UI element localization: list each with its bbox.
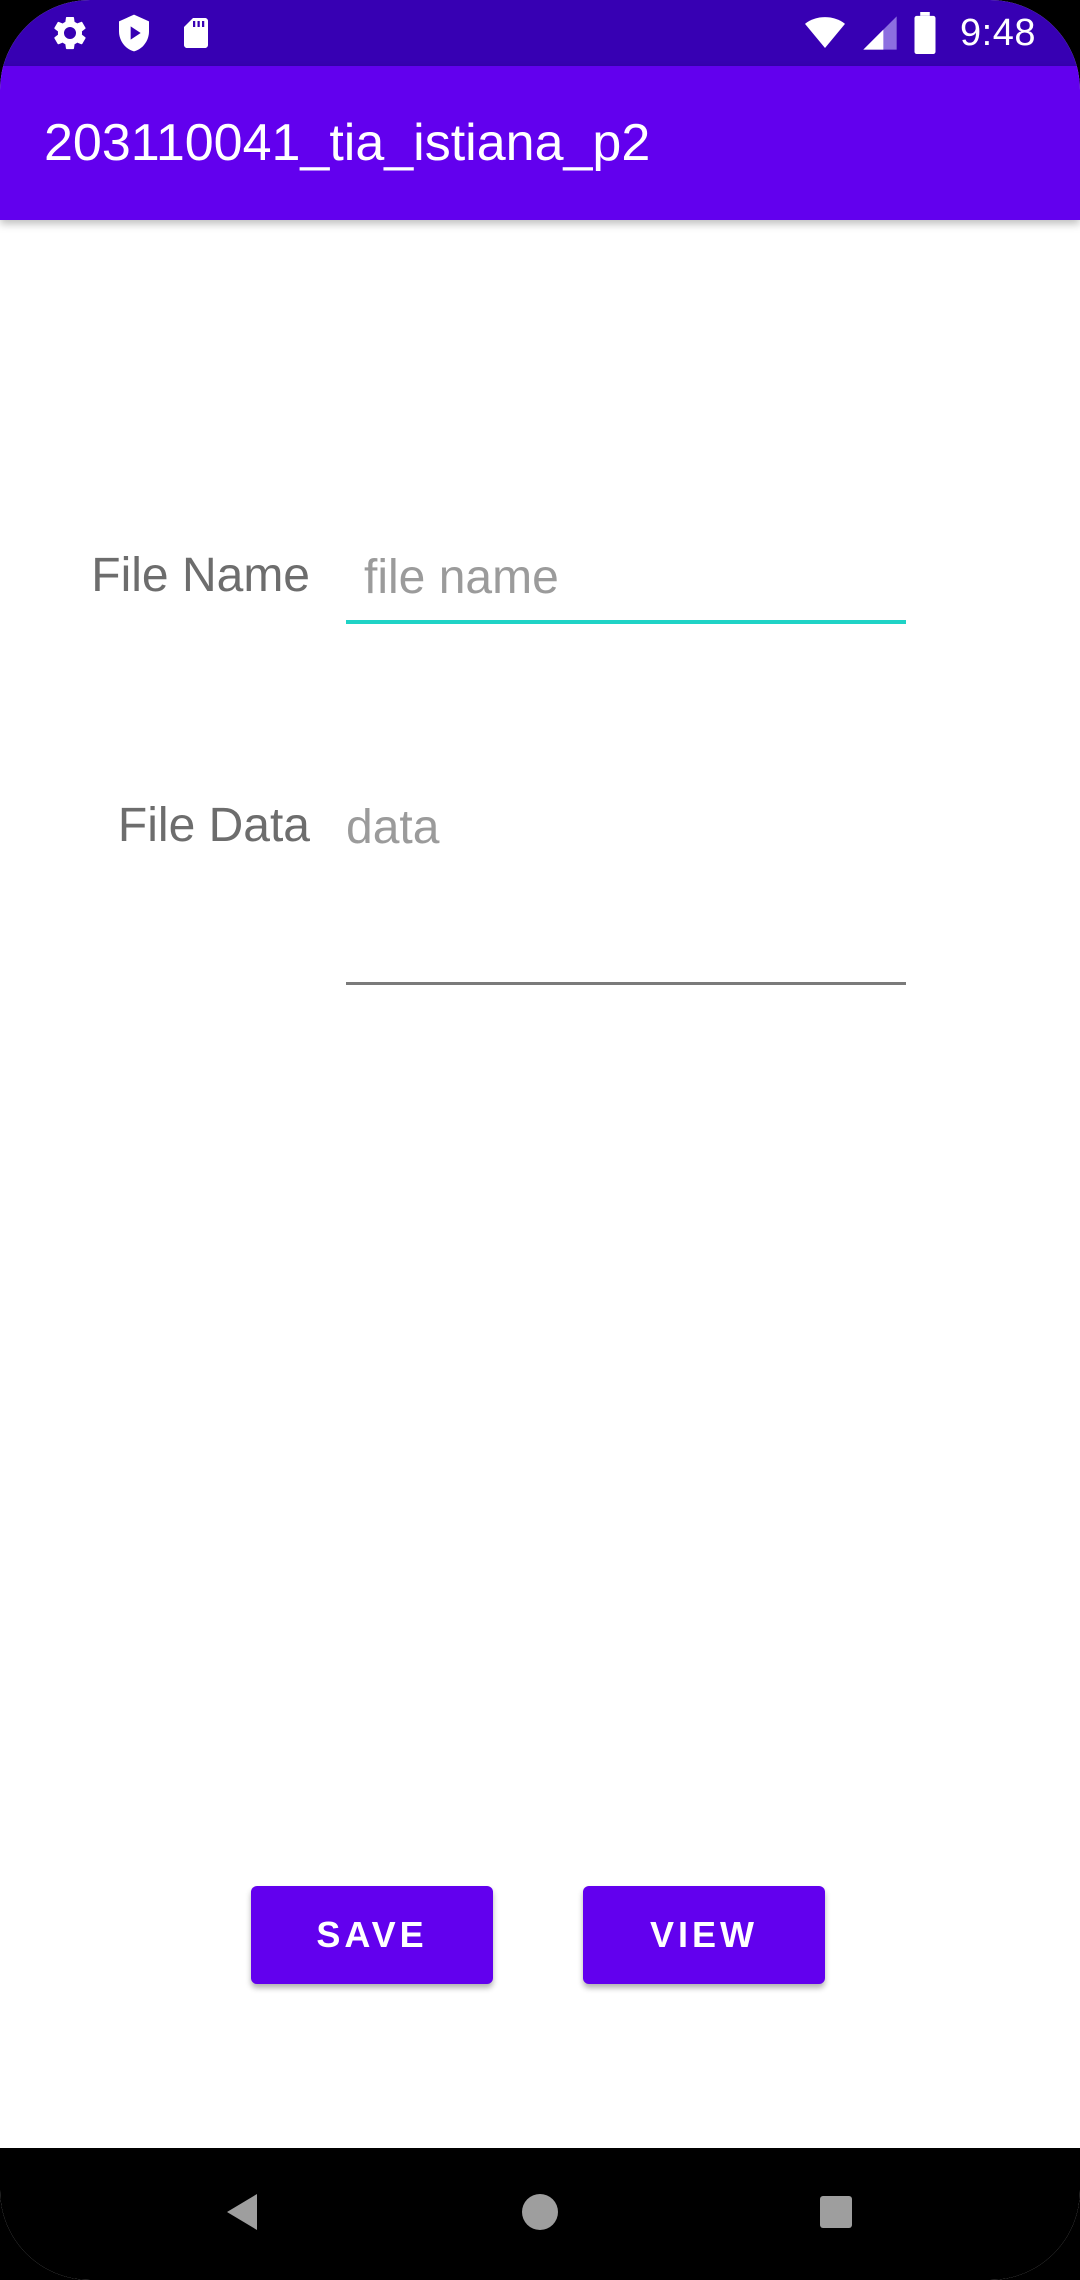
save-button[interactable]: SAVE <box>251 1886 493 1984</box>
shield-play-icon <box>114 13 154 53</box>
home-button[interactable] <box>470 2148 610 2280</box>
sd-card-icon <box>178 13 214 53</box>
status-system-icons: 9:48 <box>802 8 1036 58</box>
battery-icon <box>912 12 938 54</box>
recents-button[interactable] <box>766 2148 906 2280</box>
home-icon <box>520 2192 560 2237</box>
file-name-field[interactable] <box>346 540 906 624</box>
status-time: 9:48 <box>960 11 1036 54</box>
wifi-icon <box>802 13 848 53</box>
file-data-input[interactable] <box>346 790 906 970</box>
phone-screen: 9:48 203110041_tia_istiana_p2 File Name … <box>0 0 1080 2280</box>
status-notification-icons <box>50 10 214 56</box>
file-data-label: File Data <box>117 799 310 852</box>
gear-icon <box>50 13 90 53</box>
status-bar: 9:48 <box>0 0 1080 66</box>
cell-signal-icon <box>860 13 900 53</box>
view-button[interactable]: VIEW <box>583 1886 825 1984</box>
app-bar: 203110041_tia_istiana_p2 <box>0 66 1080 220</box>
back-icon <box>223 2192 261 2237</box>
file-name-label: File Name <box>91 549 310 602</box>
file-name-input[interactable] <box>346 540 906 616</box>
recents-icon <box>818 2194 854 2235</box>
app-title: 203110041_tia_istiana_p2 <box>44 114 651 172</box>
navigation-bar <box>0 2148 1080 2280</box>
file-data-field[interactable] <box>346 790 906 985</box>
back-button[interactable] <box>172 2148 312 2280</box>
